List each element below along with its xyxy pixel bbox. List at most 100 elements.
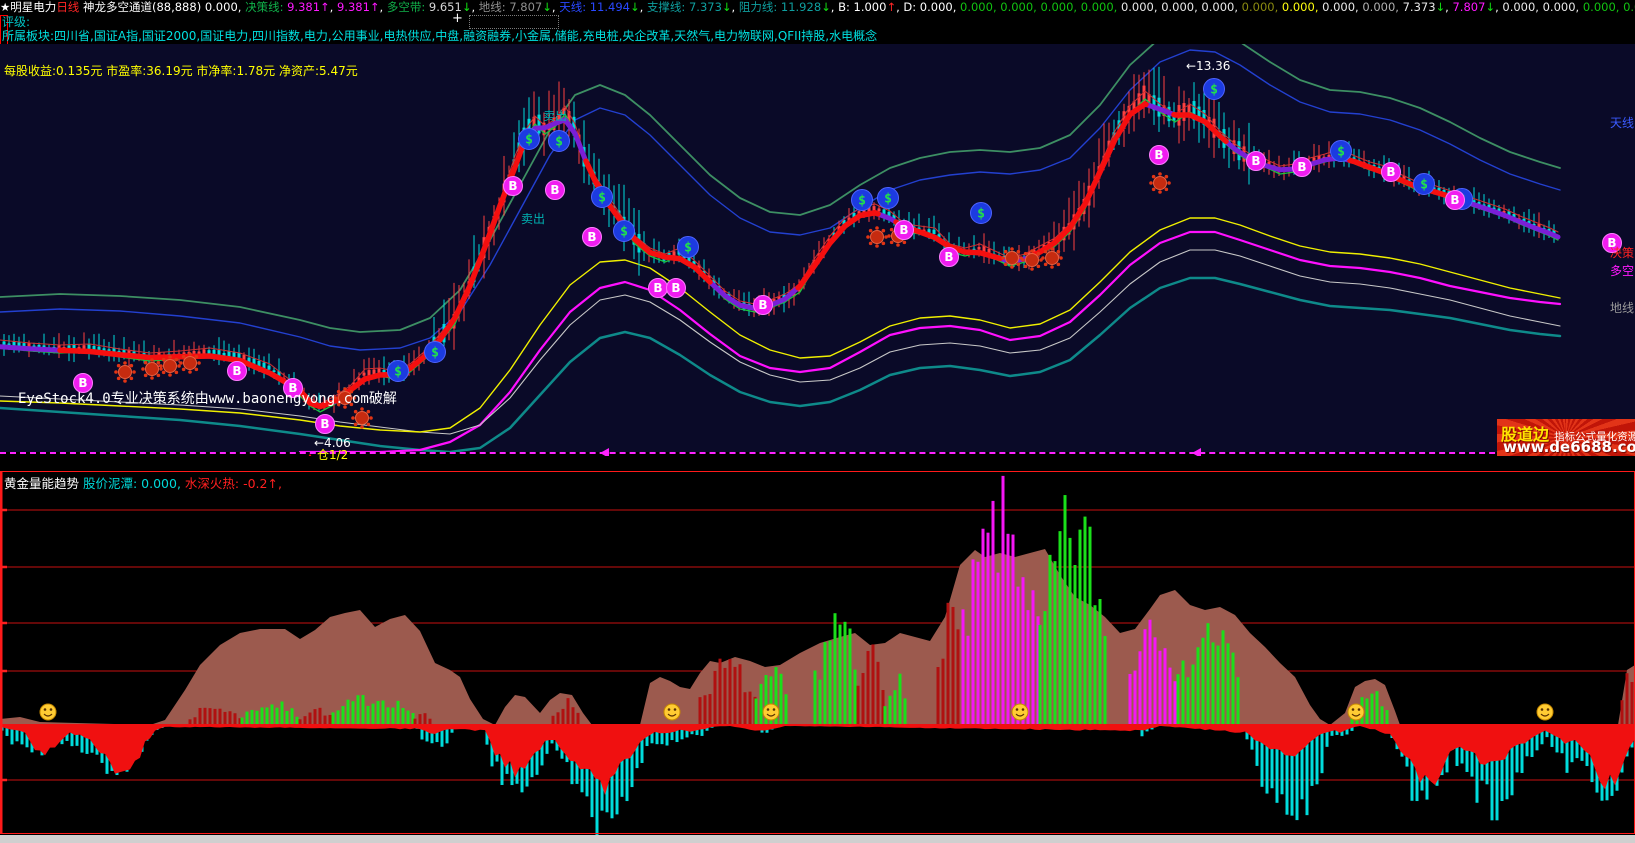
title-segment: 0.000,	[1242, 0, 1282, 14]
risk-sun-icon	[1021, 249, 1043, 271]
horizontal-scrollbar[interactable]	[0, 835, 1635, 843]
svg-text:B: B	[1154, 148, 1163, 162]
buy-signal-icon: B	[667, 279, 686, 298]
decision-line-red	[586, 161, 710, 282]
sell-signal-icon: $	[1414, 174, 1435, 195]
title-segment: 7.807	[1452, 0, 1485, 14]
buy-signal-icon: B	[546, 181, 565, 200]
svg-text:$: $	[431, 346, 439, 361]
title-segment: 9.381↑	[337, 0, 380, 14]
panel-divider[interactable]	[0, 452, 1635, 454]
ad-url[interactable]: www.de6688.com	[1503, 438, 1635, 456]
volume-trend-subchart[interactable]: 黄金量能趋势 股价泥潭: 0.000, 水深火热: -0.2↑,	[0, 456, 1635, 835]
smiley-signal-icon	[763, 704, 779, 720]
svg-text:B: B	[550, 183, 559, 197]
sector-row: 所属板块:四川省,国证A指,国证2000,国证电力,四川指数,电力,公用事业,电…	[2, 29, 877, 44]
sell-signal-icon: $	[878, 188, 899, 209]
svg-text:B: B	[587, 230, 596, 244]
svg-text:B: B	[899, 223, 908, 237]
smiley-signal-icon	[1012, 704, 1028, 720]
title-segment: 决策线:	[245, 0, 287, 14]
decision-line-red	[1350, 161, 1460, 201]
fundamentals-row: 每股收益:0.135元 市盈率:36.19元 市净率:1.78元 净资产:5.4…	[4, 62, 358, 79]
title-segment: 9.381↑	[287, 0, 330, 14]
title-segment: 0.000,	[1623, 0, 1635, 14]
title-segment: ↓	[630, 0, 640, 14]
subchart-canvas[interactable]	[0, 456, 1635, 835]
svg-text:B: B	[1607, 236, 1616, 250]
sell-signal-icon: $	[549, 131, 570, 152]
title-segment: 7.373	[1403, 0, 1436, 14]
title-segment: 天线:	[559, 0, 590, 14]
ad-banner[interactable]: 股道边 指标公式量化资源 www.de6688.com	[1497, 419, 1635, 456]
buy-signal-icon: B	[316, 415, 335, 434]
subchart-title: 黄金量能趋势	[4, 476, 79, 491]
svg-text:$: $	[394, 365, 402, 380]
svg-text:$: $	[1337, 145, 1345, 160]
title-segment: 神龙多空通道(88,888) 0.000,	[79, 0, 245, 14]
title-segment: ,	[330, 0, 337, 14]
title-segment: 0.000,	[1121, 0, 1161, 14]
subchart-metric-1: 股价泥潭: 0.000,	[79, 476, 181, 491]
svg-text:B: B	[653, 281, 662, 295]
buy-signal-icon: B	[1446, 191, 1465, 210]
risk-sun-icon	[866, 226, 888, 248]
app-window: ★明星电力日线 神龙多空通道(88,888) 0.000, 决策线: 9.381…	[0, 0, 1635, 843]
status-title-bar: ★明星电力日线 神龙多空通道(88,888) 0.000, 决策线: 9.381…	[0, 0, 1635, 14]
sky-line	[0, 44, 1560, 332]
risk-sun-icon	[179, 352, 201, 374]
title-segment: 地线:	[479, 0, 510, 14]
sell-signal-icon: $	[519, 129, 540, 150]
buy-signal-icon: B	[649, 279, 668, 298]
title-segment: 0.000,	[960, 0, 1000, 14]
title-segment: 0.000,	[1362, 0, 1402, 14]
title-segment: B: 1.000	[838, 0, 886, 14]
title-segment: ,	[732, 0, 739, 14]
svg-text:B: B	[508, 179, 517, 193]
watermark-text: EyeStock4.0专业决策系统由www.baonengyong.com破解	[18, 388, 397, 408]
buy-signal-icon: B	[940, 248, 959, 267]
buy-signal-icon: B	[583, 228, 602, 247]
buy-signal-icon: B	[895, 221, 914, 240]
svg-text:$: $	[525, 133, 533, 148]
subchart-header: 黄金量能趋势 股价泥潭: 0.000, 水深火热: -0.2↑,	[4, 473, 282, 492]
title-segment: ★明星电力	[0, 0, 56, 14]
title-segment: 0.000,	[1502, 0, 1542, 14]
title-segment: ↓	[1436, 0, 1446, 14]
risk-sun-icon	[351, 407, 373, 429]
title-segment: 0.000,	[1322, 0, 1362, 14]
title-segment: 0.000,	[1282, 0, 1322, 14]
sell-signal-icon: $	[425, 342, 446, 363]
sell-signal-icon: $	[678, 237, 699, 258]
sell-signal-icon: $	[388, 361, 409, 382]
svg-text:$: $	[620, 225, 628, 240]
decision-line-red	[798, 213, 878, 288]
risk-sun-icon	[1041, 247, 1063, 269]
svg-text:$: $	[858, 194, 866, 209]
title-segment: 多空带:	[387, 0, 429, 14]
svg-text:B: B	[944, 250, 953, 264]
smiley-signal-icon	[1537, 704, 1553, 720]
svg-text:B: B	[1297, 160, 1306, 174]
title-segment: 0.000,	[1543, 0, 1583, 14]
risk-sun-icon	[114, 361, 136, 383]
main-price-chart[interactable]: $$$$$$$$$$$$$$BBBBBBBBBBBBBBBBBB 每股收益:0.…	[0, 44, 1635, 452]
buy-signal-icon: B	[1247, 152, 1266, 171]
sell-signal-icon: $	[614, 221, 635, 242]
title-segment: 0.000,	[1583, 0, 1623, 14]
decision-line-red	[1174, 115, 1226, 142]
sell-signal-icon: $	[971, 203, 992, 224]
buy-signal-icon: B	[504, 177, 523, 196]
title-segment: ,	[831, 0, 838, 14]
buy-signal-icon: B	[1603, 234, 1622, 253]
title-segment: 0.000,	[1081, 0, 1121, 14]
momentum-area	[0, 549, 1635, 725]
title-segment: ,	[640, 0, 647, 14]
smiley-signal-icon	[1348, 704, 1364, 720]
title-segment: ↓	[542, 0, 552, 14]
buy-signal-icon: B	[228, 362, 247, 381]
title-segment: 支撑线:	[647, 0, 689, 14]
sell-signal-icon: $	[1331, 141, 1352, 162]
title-segment: 7.807	[509, 0, 542, 14]
rating-row: 评级:	[2, 15, 30, 29]
